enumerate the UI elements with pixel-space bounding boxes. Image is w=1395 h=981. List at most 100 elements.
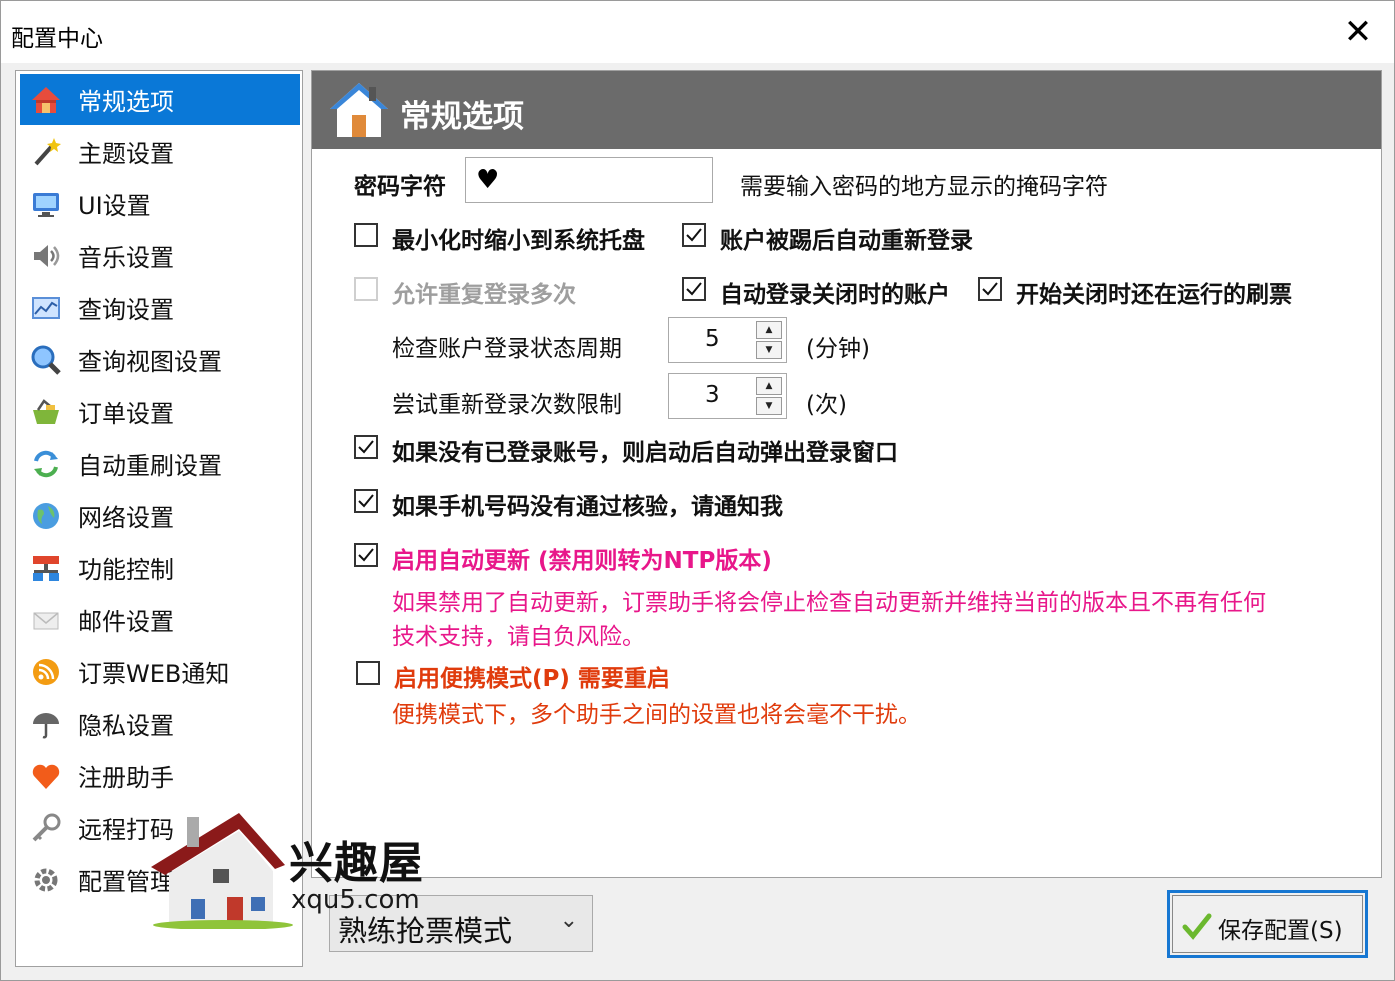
network-icon [28,550,64,586]
notify-phone-verify-label: 如果手机号码没有通过核验，请通知我 [392,494,783,520]
sidebar-item-label: 邮件设置 [78,608,174,636]
gear-icon [28,862,64,898]
sidebar-item-label: 主题设置 [78,140,174,168]
home-icon [330,83,388,137]
minimize-to-tray-label: 最小化时缩小到系统托盘 [392,228,645,254]
sidebar-item-network[interactable]: 网络设置 [20,490,300,541]
sidebar-item-label: 订票WEB通知 [78,660,230,688]
magic-wand-icon [28,134,64,170]
sidebar-item-label: 常规选项 [78,88,174,116]
sidebar-item-label: 注册助手 [78,764,174,792]
key-icon [28,810,64,846]
password-char-label: 密码字符 [354,174,446,200]
sidebar-item-query[interactable]: 查询设置 [20,282,300,333]
close-button[interactable]: ✕ [1322,1,1394,63]
chart-icon [28,290,64,326]
save-config-label: 保存配置(S) [1218,918,1343,944]
sidebar-item-label: UI设置 [78,192,151,220]
relogin-on-kick-label: 账户被踢后自动重新登录 [720,228,973,254]
sidebar-item-music[interactable]: 音乐设置 [20,230,300,281]
stepper-up-button[interactable]: ▲ [756,321,782,339]
check-period-stepper[interactable]: 5 ▲ ▼ [668,317,787,363]
auto-popup-login-checkbox[interactable] [354,435,378,459]
retry-limit-unit: (次) [806,392,847,418]
auto-update-desc-line2: 技术支持，请自负风险。 [392,624,645,650]
panel-header: 常规选项 [312,71,1381,149]
checkmark-icon [686,282,702,296]
sidebar-item-order[interactable]: 订单设置 [20,386,300,437]
envelope-icon [28,602,64,638]
sidebar-item-mail[interactable]: 邮件设置 [20,594,300,645]
password-char-input[interactable]: ♥ [465,157,713,203]
checkmark-icon [982,282,998,296]
sidebar-item-label: 隐私设置 [78,712,174,740]
checkmark-icon [358,494,374,508]
checkmark-icon [358,440,374,454]
sidebar-item-auto-refresh[interactable]: 自动重刷设置 [20,438,300,489]
save-config-button[interactable]: 保存配置(S) [1167,890,1368,958]
globe-icon [28,498,64,534]
minimize-to-tray-checkbox[interactable] [354,223,378,247]
sidebar-item-label: 音乐设置 [78,244,174,272]
portable-mode-desc: 便携模式下，多个助手之间的设置也将会毫不干扰。 [392,702,921,728]
heart-icon [28,758,64,794]
auto-update-checkbox[interactable] [354,543,378,567]
window-title: 配置中心 [11,26,103,52]
retry-limit-stepper[interactable]: 3 ▲ ▼ [668,373,787,419]
stepper-down-button[interactable]: ▼ [756,341,782,359]
settings-panel: 常规选项 密码字符 ♥ 需要输入密码的地方显示的掩码字符 最小化时缩小到系统托盘… [311,70,1382,878]
sidebar-item-theme[interactable]: 主题设置 [20,126,300,177]
sidebar-item-register[interactable]: 注册助手 [20,750,300,801]
config-window: 配置中心 ✕ 常规选项 主题设置 UI设置 音乐设置 查询设置 查询视图设置 订… [0,0,1395,981]
watermark-name: 兴趣屋 [289,838,424,889]
panel-title: 常规选项 [400,99,524,135]
sidebar-item-label: 功能控制 [78,556,174,584]
allow-multi-login-label: 允许重复登录多次 [392,282,576,308]
sidebar-item-label: 查询视图设置 [78,348,222,376]
umbrella-icon [28,706,64,742]
rss-icon [28,654,64,690]
speaker-icon [28,238,64,274]
magnifier-icon [28,342,64,378]
autologin-closed-checkbox[interactable] [682,277,706,301]
check-period-unit: (分钟) [806,336,870,362]
sidebar-item-label: 查询设置 [78,296,174,324]
checkmark-icon [358,548,374,562]
check-period-value: 5 [705,326,720,352]
monitor-icon [28,186,64,222]
title-bar: 配置中心 ✕ [1,1,1394,63]
chevron-down-icon: ⌄ [559,908,578,933]
checkmark-icon [686,228,702,242]
allow-multi-login-checkbox[interactable] [354,277,378,301]
sidebar-item-label: 自动重刷设置 [78,452,222,480]
auto-update-desc-line1: 如果禁用了自动更新，订票助手将会停止检查自动更新并维持当前的版本且不再有任何 [392,590,1266,616]
retry-limit-value: 3 [705,382,720,408]
check-period-label: 检查账户登录状态周期 [392,336,622,362]
resume-refresh-checkbox[interactable] [978,277,1002,301]
sidebar-item-label: 网络设置 [78,504,174,532]
watermark-url: xqu5.com [291,885,420,915]
portable-mode-label: 启用便携模式(P) 需要重启 [394,666,670,692]
sidebar-item-ui[interactable]: UI设置 [20,178,300,229]
auto-popup-login-label: 如果没有已登录账号，则启动后自动弹出登录窗口 [392,440,898,466]
relogin-on-kick-checkbox[interactable] [682,223,706,247]
cart-icon [28,394,64,430]
checkmark-icon [1182,913,1212,940]
sidebar-item-web-notify[interactable]: 订票WEB通知 [20,646,300,697]
notify-phone-verify-checkbox[interactable] [354,489,378,513]
refresh-icon [28,446,64,482]
sidebar-item-query-view[interactable]: 查询视图设置 [20,334,300,385]
stepper-down-button[interactable]: ▼ [756,397,782,415]
sidebar-item-feature-control[interactable]: 功能控制 [20,542,300,593]
password-char-hint: 需要输入密码的地方显示的掩码字符 [740,174,1108,200]
close-icon[interactable]: ✕ [1344,12,1373,52]
portable-mode-checkbox[interactable] [356,661,380,685]
auto-update-label: 启用自动更新 (禁用则转为NTP版本) [392,548,772,574]
sidebar-item-privacy[interactable]: 隐私设置 [20,698,300,749]
autologin-closed-label: 自动登录关闭时的账户 [720,282,950,308]
home-icon [28,82,64,118]
stepper-up-button[interactable]: ▲ [756,377,782,395]
sidebar-item-general[interactable]: 常规选项 [20,74,300,125]
stepper-buttons: ▲ ▼ [756,377,782,415]
resume-refresh-label: 开始关闭时还在运行的刷票 [1016,282,1292,308]
